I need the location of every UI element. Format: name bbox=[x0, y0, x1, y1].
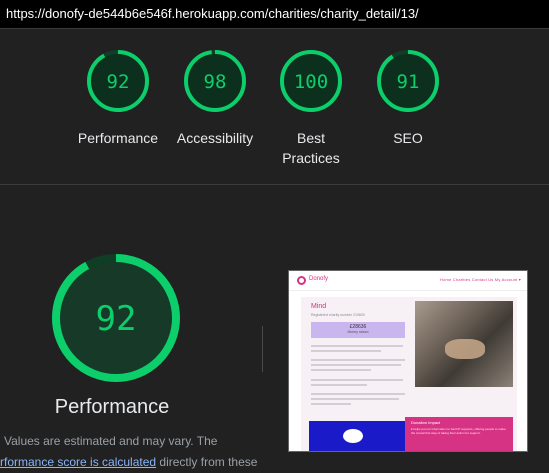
gauge-ring: 100 bbox=[280, 50, 342, 112]
gauge-label: Performance bbox=[77, 130, 159, 146]
score-calculated-link[interactable]: rformance score is calculated bbox=[0, 455, 156, 469]
performance-gauge-large: 92 bbox=[48, 250, 184, 386]
thumb-blue-graphic bbox=[343, 429, 363, 443]
gauge-ring: 91 bbox=[377, 50, 439, 112]
gauge-score: 91 bbox=[397, 71, 420, 93]
gauge-score: 92 bbox=[96, 299, 137, 339]
note-rest: directly from these bbox=[156, 455, 258, 469]
gauge-label-line1: Best bbox=[296, 130, 325, 146]
thumb-donation-impact: Donation Impact £ helps put our informat… bbox=[405, 417, 513, 451]
thumb-charity-card: Mind Registered charity number 219830 £2… bbox=[301, 297, 517, 451]
final-screenshot-thumbnail[interactable]: Donofy Home Charities Contact Us My Acco… bbox=[288, 270, 528, 452]
thumb-text-line bbox=[311, 393, 405, 395]
thumb-brand: Donofy bbox=[309, 276, 329, 282]
thumb-charity-photo bbox=[415, 301, 513, 387]
thumb-text-line bbox=[311, 345, 403, 347]
thumb-nav-links: Home Charities Contact Us My Account ▾ bbox=[440, 277, 521, 282]
gauge-score: 92 bbox=[107, 71, 130, 93]
score-summary: 92 Performance 98 Accessibility 100 Best… bbox=[0, 30, 549, 185]
thumb-navbar: Donofy Home Charities Contact Us My Acco… bbox=[289, 271, 527, 291]
estimate-note: Values are estimated and may vary. The bbox=[4, 434, 218, 448]
gauge-label: Accessibility bbox=[176, 130, 254, 146]
thumb-charity-sub: Registered charity number 219830 bbox=[311, 313, 365, 317]
url-text: https://donofy-de544b6e546f.herokuapp.co… bbox=[6, 6, 419, 21]
thumb-text-line bbox=[311, 350, 381, 352]
photo-detail bbox=[445, 339, 485, 359]
performance-title: Performance bbox=[54, 396, 170, 418]
thumb-impact-heading: Donation Impact bbox=[411, 420, 441, 425]
gauge-score: 98 bbox=[204, 71, 227, 93]
thumb-blue-banner bbox=[309, 421, 405, 451]
url-bar[interactable]: https://donofy-de544b6e546f.herokuapp.co… bbox=[0, 0, 549, 29]
thumb-raised-box: £28636 Money raised bbox=[311, 322, 405, 338]
thumb-text-line bbox=[311, 398, 399, 400]
thumb-text-line bbox=[311, 384, 367, 386]
donofy-logo-icon bbox=[297, 276, 306, 285]
thumb-raised-label: Money raised bbox=[347, 330, 369, 334]
gauge-label: SEO bbox=[393, 130, 423, 146]
gauge-score: 100 bbox=[294, 71, 328, 93]
gauge-accessibility[interactable]: 98 Accessibility bbox=[160, 48, 270, 148]
gauge-seo[interactable]: 91 SEO bbox=[353, 48, 463, 148]
gauge-ring: 92 bbox=[52, 254, 180, 382]
thumb-text-line bbox=[311, 359, 405, 361]
score-calc-note: rformance score is calculated directly f… bbox=[0, 455, 257, 469]
thumb-text-line bbox=[311, 403, 351, 405]
thumb-charity-title: Mind bbox=[311, 303, 327, 310]
gauge-best-practices[interactable]: 100 Best Practices bbox=[256, 48, 366, 168]
gauge-ring: 92 bbox=[87, 50, 149, 112]
divider bbox=[262, 326, 263, 372]
thumb-text-line bbox=[311, 379, 403, 381]
gauge-performance[interactable]: 92 Performance bbox=[63, 48, 173, 148]
thumb-impact-text: £ helps put our information to hard IP s… bbox=[411, 427, 506, 435]
gauge-label-line2: Practices bbox=[282, 150, 340, 166]
thumb-text-line bbox=[311, 364, 401, 366]
gauge-ring: 98 bbox=[184, 50, 246, 112]
gauge-label: Best Practices bbox=[256, 128, 366, 168]
thumb-text-line bbox=[311, 369, 371, 371]
